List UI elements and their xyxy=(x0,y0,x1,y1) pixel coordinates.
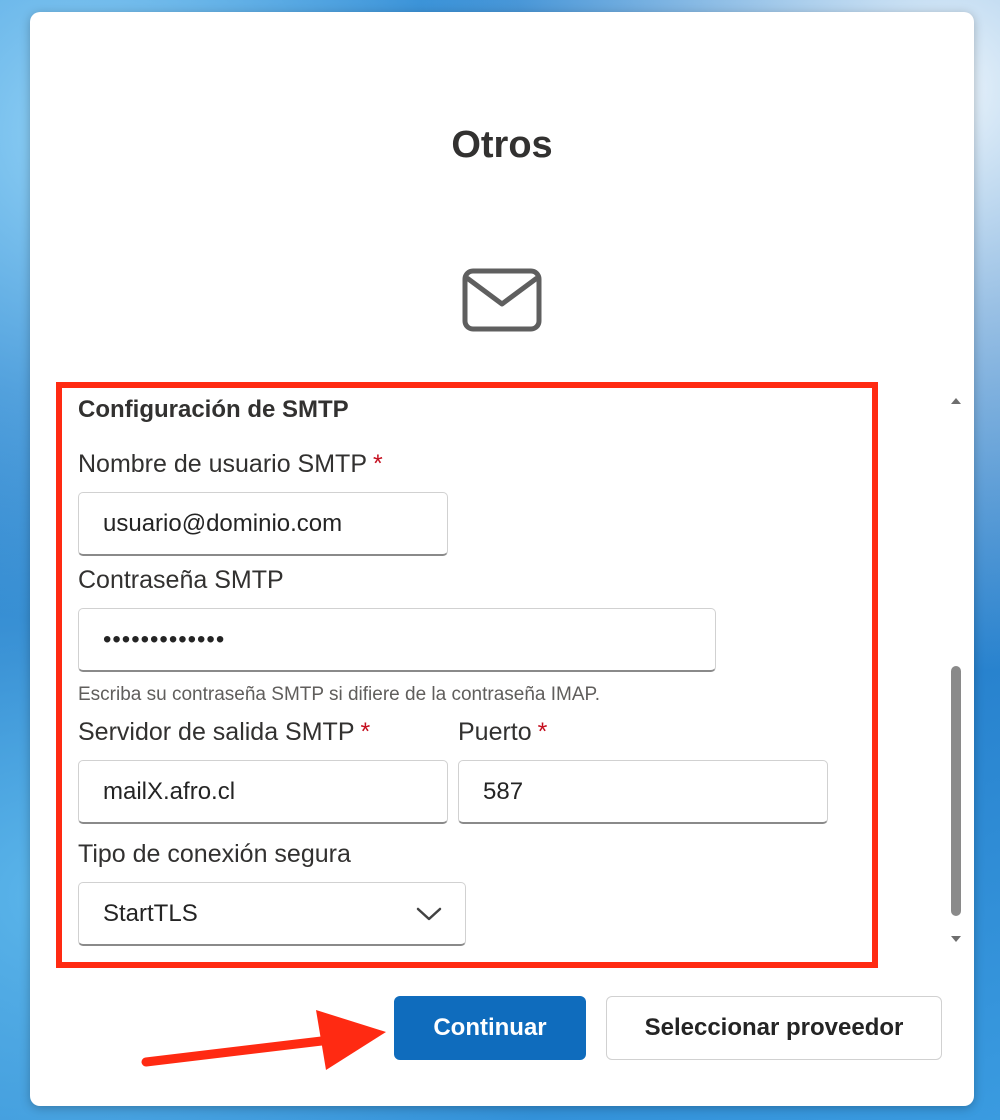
smtp-password-input[interactable] xyxy=(78,608,716,672)
account-setup-dialog: Otros Configuración de SMTP Nombre de us… xyxy=(30,12,974,1106)
continue-button[interactable]: Continuar xyxy=(394,996,586,1060)
mail-icon xyxy=(462,268,542,332)
security-type-select[interactable]: StartTLS xyxy=(78,882,466,946)
scrollbar-thumb[interactable] xyxy=(951,666,961,916)
chevron-down-icon xyxy=(416,907,442,921)
smtp-password-hint: Escriba su contraseña SMTP si difiere de… xyxy=(78,684,601,705)
smtp-username-input[interactable] xyxy=(78,492,448,556)
smtp-server-input[interactable] xyxy=(78,760,448,824)
required-marker: * xyxy=(373,450,383,478)
smtp-server-label: Servidor de salida SMTP * xyxy=(78,718,371,746)
smtp-username-label: Nombre de usuario SMTP * xyxy=(78,450,383,478)
smtp-section-title: Configuración de SMTP xyxy=(78,396,349,423)
smtp-port-input[interactable] xyxy=(458,760,828,824)
scroll-down-arrow-icon[interactable] xyxy=(949,934,963,944)
smtp-port-label: Puerto * xyxy=(458,718,548,746)
required-marker: * xyxy=(537,718,548,746)
security-type-value: StartTLS xyxy=(103,900,198,927)
scroll-up-arrow-icon[interactable] xyxy=(949,396,963,406)
required-marker: * xyxy=(360,718,371,746)
select-provider-button[interactable]: Seleccionar proveedor xyxy=(606,996,942,1060)
dialog-title: Otros xyxy=(451,124,553,166)
smtp-password-label: Contraseña SMTP xyxy=(78,566,284,594)
annotation-arrow-icon xyxy=(141,1010,386,1070)
security-type-label: Tipo de conexión segura xyxy=(78,840,351,868)
